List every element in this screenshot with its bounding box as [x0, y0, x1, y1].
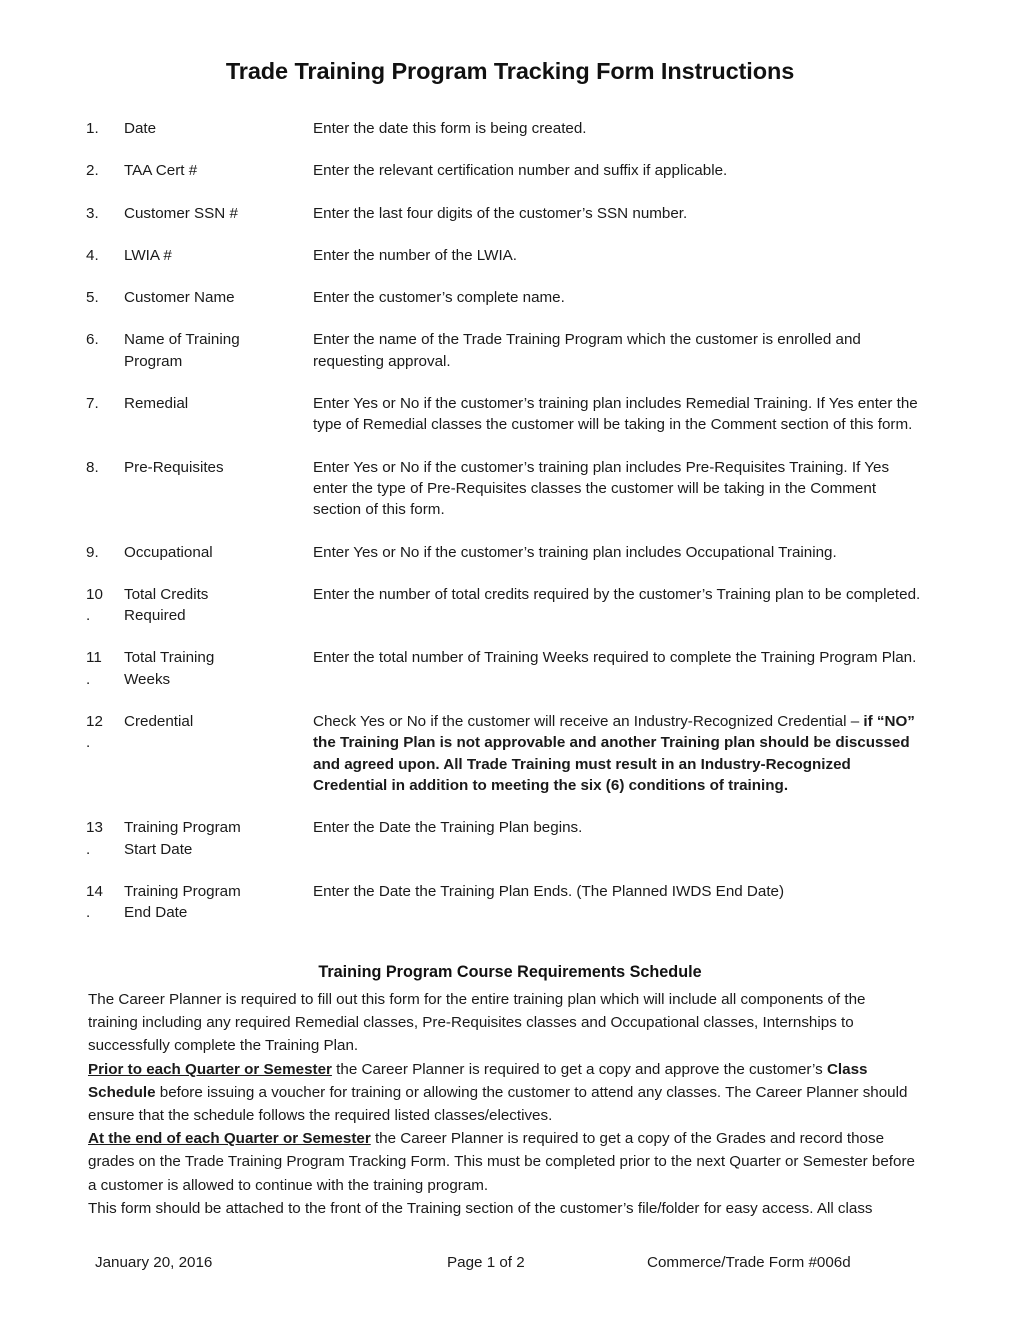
- instruction-label: Total Training Weeks: [124, 649, 215, 688]
- instruction-label: TAA Cert #: [124, 162, 198, 180]
- instruction-item: 5. Customer Name Enter the customer’s co…: [86, 287, 924, 308]
- prior-to-quarter-tail: before issuing a voucher for training or…: [88, 1083, 908, 1125]
- instruction-description: Enter the total number of Training Weeks…: [313, 649, 917, 667]
- instruction-label: Name of Training Program: [124, 331, 240, 370]
- instruction-number: 14 .: [86, 882, 103, 922]
- schedule-paragraph-2: Prior to each Quarter or Semester the Ca…: [88, 1058, 916, 1128]
- instruction-label: Remedial: [124, 395, 189, 413]
- instruction-number: 13 .: [86, 819, 103, 858]
- instruction-item: 2. TAA Cert # Enter the relevant certifi…: [86, 160, 924, 181]
- instruction-item: 8. Pre-Requisites Enter Yes or No if the…: [86, 457, 924, 521]
- instruction-number: 4.: [86, 246, 99, 264]
- instruction-item: 13 . Training Program Start Date Enter t…: [86, 817, 924, 860]
- schedule-body: The Career Planner is required to fill o…: [88, 988, 916, 1220]
- instruction-description: Enter the number of the LWIA.: [313, 246, 518, 264]
- schedule-paragraph-3: At the end of each Quarter or Semester t…: [88, 1127, 916, 1197]
- instruction-description: Enter the date this form is being create…: [313, 120, 587, 137]
- instruction-number: 6.: [86, 331, 99, 349]
- instruction-item: 14 . Training Program End Date Enter the…: [86, 881, 924, 924]
- instruction-description: Enter Yes or No if the customer’s traini…: [313, 458, 890, 519]
- instruction-description: Enter Yes or No if the customer’s traini…: [313, 395, 918, 434]
- footer-form-id: Commerce/Trade Form #006d: [647, 1254, 851, 1271]
- instruction-description: Check Yes or No if the customer will rec…: [313, 711, 924, 796]
- instruction-number: 10 .: [86, 585, 103, 625]
- end-of-quarter-lead: At the end of each Quarter or Semester: [88, 1130, 371, 1148]
- instruction-number: 8.: [86, 458, 99, 476]
- instruction-label: Date: [124, 120, 157, 137]
- instruction-label: Customer Name: [124, 289, 235, 307]
- instruction-description: Enter the Date the Training Plan begins.: [313, 819, 583, 837]
- instruction-number: 9.: [86, 543, 99, 561]
- instruction-label: Training Program End Date: [124, 882, 241, 922]
- instruction-description: Enter the customer’s complete name.: [313, 289, 565, 307]
- page-title: Trade Training Program Tracking Form Ins…: [225, 58, 795, 84]
- instruction-item: 12 . Credential Check Yes or No if the c…: [86, 711, 924, 796]
- instruction-label: Total Credits Required: [124, 585, 209, 625]
- document-page: Trade Training Program Tracking Form Ins…: [0, 0, 1020, 1320]
- prior-to-quarter-lead: Prior to each Quarter or Semester: [88, 1060, 332, 1078]
- instruction-item: 7. Remedial Enter Yes or No if the custo…: [86, 393, 924, 436]
- credential-text-plain: Check Yes or No if the customer will rec…: [313, 713, 864, 731]
- instruction-item: 1. Date Enter the date this form is bein…: [86, 118, 924, 139]
- instruction-number: 12 .: [86, 713, 103, 752]
- instruction-item: 10 . Total Credits Required Enter the nu…: [86, 584, 924, 627]
- schedule-paragraph-4: This form should be attached to the fron…: [88, 1199, 873, 1217]
- page-footer: January 20, 2016 Page 1 of 2 Commerce/Tr…: [95, 1252, 925, 1273]
- instruction-label: Pre-Requisites: [124, 458, 224, 476]
- instruction-number: 11 .: [86, 649, 102, 688]
- footer-date: January 20, 2016: [95, 1254, 213, 1271]
- instruction-label: Training Program Start Date: [124, 819, 241, 858]
- instruction-item: 4. LWIA # Enter the number of the LWIA.: [86, 245, 924, 266]
- instruction-number: 7.: [86, 395, 99, 413]
- instruction-description: Enter the Date the Training Plan Ends. (…: [313, 882, 785, 900]
- instruction-item: 3. Customer SSN # Enter the last four di…: [86, 203, 924, 224]
- instruction-number: 5.: [86, 289, 99, 307]
- instruction-label: Occupational: [124, 543, 213, 561]
- prior-to-quarter-mid: the Career Planner is required to get a …: [331, 1060, 827, 1078]
- instruction-item: 11 . Total Training Weeks Enter the tota…: [86, 647, 924, 690]
- instruction-number: 3.: [86, 204, 99, 222]
- instruction-label: LWIA #: [124, 246, 172, 264]
- section-heading-course-requirements: Training Program Course Requirements Sch…: [318, 963, 702, 981]
- instruction-description: Enter the number of total credits requir…: [313, 585, 921, 603]
- schedule-paragraph-1: The Career Planner is required to fill o…: [88, 991, 866, 1055]
- instruction-description: Enter the name of the Trade Training Pro…: [313, 331, 861, 370]
- instruction-item: 9. Occupational Enter Yes or No if the c…: [86, 542, 924, 563]
- instruction-item: 6. Name of Training Program Enter the na…: [86, 329, 924, 372]
- footer-page-number: Page 1 of 2: [447, 1254, 525, 1271]
- instruction-list: 1. Date Enter the date this form is bein…: [86, 118, 924, 944]
- instruction-description: Enter the relevant certification number …: [313, 162, 728, 180]
- instruction-number: 1.: [86, 120, 99, 137]
- instruction-description: Enter Yes or No if the customer’s traini…: [313, 543, 837, 561]
- instruction-label: Credential: [124, 713, 194, 731]
- instruction-label: Customer SSN #: [124, 204, 238, 222]
- instruction-description: Enter the last four digits of the custom…: [313, 204, 688, 222]
- instruction-number: 2.: [86, 162, 99, 180]
